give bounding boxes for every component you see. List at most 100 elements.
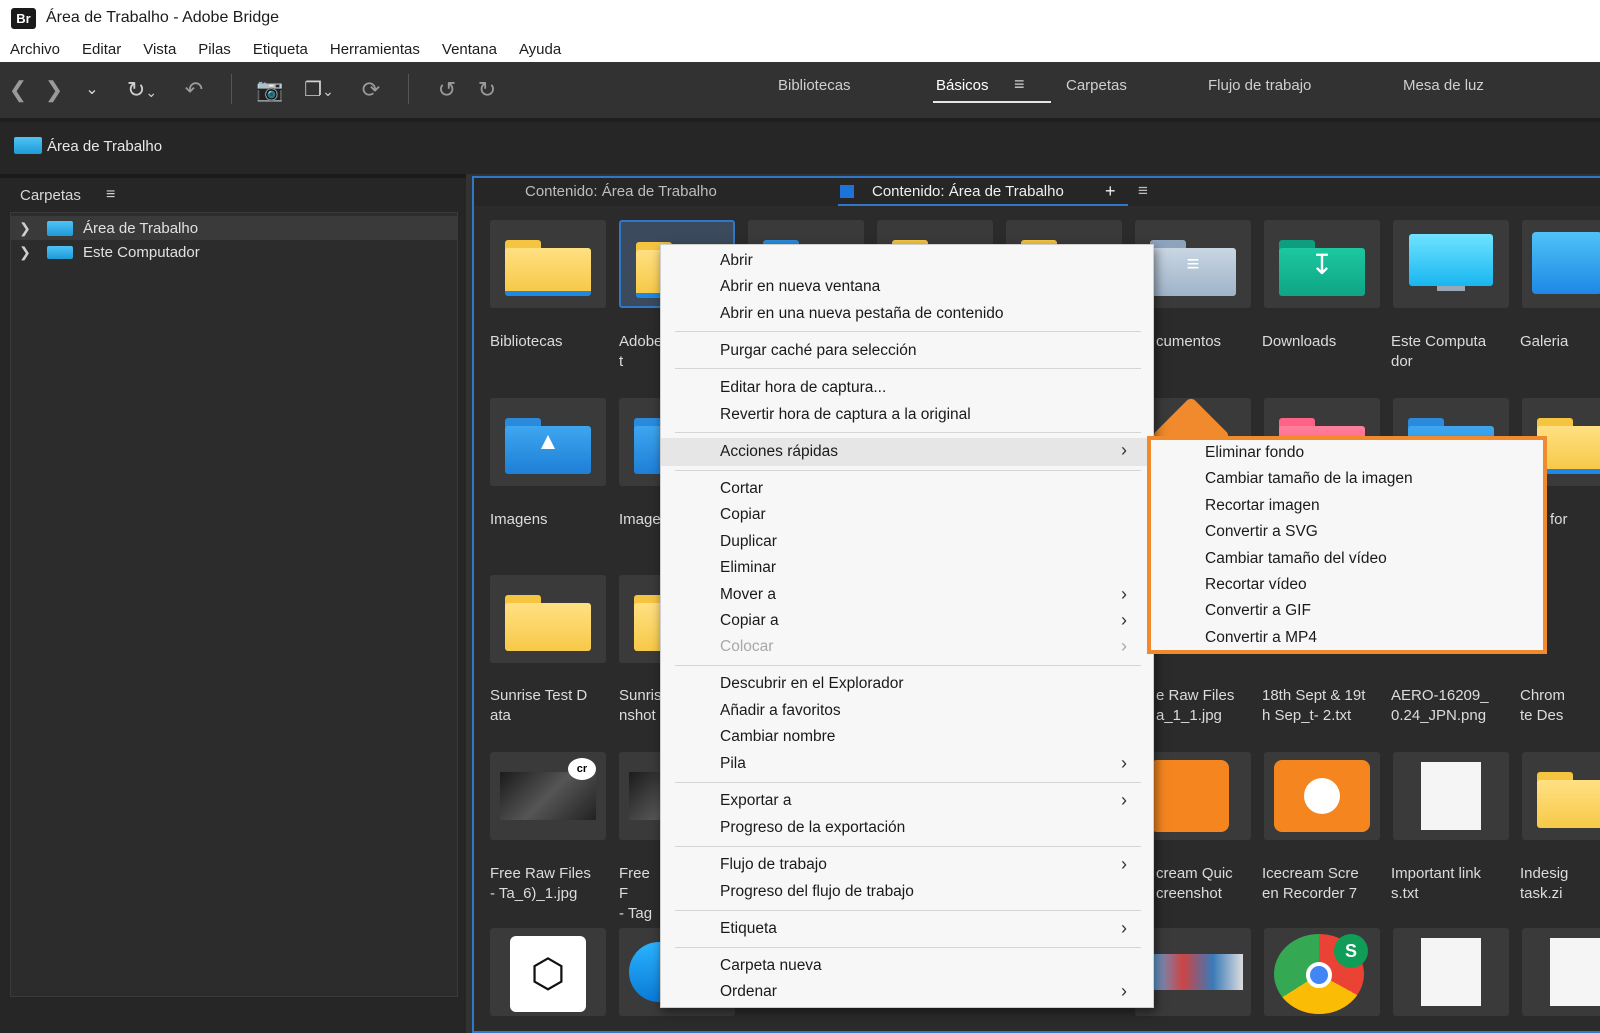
menu-item-mover-a[interactable]: Mover a › <box>661 582 1155 608</box>
submenu-item-convertir-mp4[interactable]: Convertir a MP4 <box>1205 629 1317 647</box>
chevron-right-icon: › <box>1121 854 1127 874</box>
folder-tree: ❯ Área de Trabalho ❯ Este Computador <box>10 212 458 997</box>
menu-item-revertir-hora[interactable]: Revertir hora de captura a la original <box>661 402 1155 428</box>
camera-download-icon[interactable]: 📷 <box>254 76 286 104</box>
thumbnail-chrome[interactable]: S <box>1264 928 1380 1016</box>
thumbnail-3d-file[interactable]: ⬡ <box>490 928 606 1016</box>
workspace-tab-flujo[interactable]: Flujo de trabajo <box>1208 77 1311 94</box>
menu-separator <box>675 432 1141 433</box>
workspace-menu-icon[interactable]: ≡ <box>1014 74 1025 95</box>
menu-pilas[interactable]: Pilas <box>198 41 231 58</box>
thumbnail-indesign-task[interactable] <box>1522 752 1600 840</box>
panel-menu-icon[interactable]: ≡ <box>106 186 115 204</box>
menu-item-copiar-a[interactable]: Copiar a › <box>661 608 1155 634</box>
thumbnail-downloads[interactable]: ↧ <box>1264 220 1380 308</box>
menu-item-copiar[interactable]: Copiar <box>661 502 1155 528</box>
menu-item-purgar-cache[interactable]: Purgar caché para selección <box>661 338 1155 364</box>
menu-item-acciones-rapidas[interactable]: Acciones rápidas › <box>661 438 1155 466</box>
menu-herramientas[interactable]: Herramientas <box>330 41 420 58</box>
thumbnail-imagens[interactable]: ▲ <box>490 398 606 486</box>
back-icon[interactable]: ❮ <box>6 76 30 104</box>
add-tab-icon[interactable]: + <box>1105 181 1116 202</box>
chevron-right-icon[interactable]: ❯ <box>11 220 39 237</box>
menu-item-descubrir-explorador[interactable]: Descubrir en el Explorador <box>661 671 1155 697</box>
menu-ayuda[interactable]: Ayuda <box>519 41 561 58</box>
title-bar: Br Área de Trabalho - Adobe Bridge <box>0 0 1600 36</box>
menu-ventana[interactable]: Ventana <box>442 41 497 58</box>
menu-item-progreso-exportacion[interactable]: Progreso de la exportación <box>661 815 1155 841</box>
breadcrumb[interactable]: Área de Trabalho <box>47 138 162 155</box>
context-menu: Abrir Abrir en nueva ventana Abrir en un… <box>660 244 1155 1008</box>
workspace-tab-basicos[interactable]: Básicos <box>936 77 989 94</box>
menu-item-abrir-nueva-pestana[interactable]: Abrir en una nueva pestaña de contenido <box>661 301 1155 327</box>
tree-item-este-computador[interactable]: ❯ Este Computador <box>11 240 457 264</box>
menu-item-pila[interactable]: Pila › <box>661 751 1155 777</box>
submenu-item-eliminar-fondo[interactable]: Eliminar fondo <box>1205 444 1304 462</box>
rotate-left-icon[interactable]: ↺ <box>432 76 462 104</box>
thumbnail-este-computador[interactable] <box>1393 220 1509 308</box>
active-tab-underline <box>838 204 1128 206</box>
thumbnail-label: AERO-16209_ 0.24_JPN.png <box>1391 687 1489 724</box>
copy-stack-icon[interactable]: ❐⌄ <box>294 76 344 104</box>
submenu-item-cambiar-tamano-video[interactable]: Cambiar tamaño del vídeo <box>1205 550 1387 568</box>
refine-icon[interactable]: ⟳ <box>355 76 387 104</box>
thumbnail-file[interactable] <box>1393 928 1509 1016</box>
chevron-down-icon[interactable]: ⌄ <box>80 76 104 104</box>
thumbnail-important-links[interactable] <box>1393 752 1509 840</box>
thumbnail-galeria[interactable] <box>1522 220 1600 308</box>
menu-item-abrir[interactable]: Abrir <box>661 248 1155 274</box>
menu-archivo[interactable]: Archivo <box>10 41 60 58</box>
thumbnail-label: Adobe t <box>619 333 661 370</box>
menu-item-anadir-favoritos[interactable]: Añadir a favoritos <box>661 698 1155 724</box>
chevron-right-icon[interactable]: ❯ <box>11 244 39 261</box>
panel-menu-icon[interactable]: ≡ <box>1138 181 1148 201</box>
menu-separator <box>675 470 1141 471</box>
menu-editar[interactable]: Editar <box>82 41 121 58</box>
menu-item-cambiar-nombre[interactable]: Cambiar nombre <box>661 724 1155 750</box>
thumbnail-sunrise-test-data[interactable] <box>490 575 606 663</box>
menu-item-editar-hora[interactable]: Editar hora de captura... <box>661 375 1155 401</box>
submenu-item-convertir-gif[interactable]: Convertir a GIF <box>1205 602 1311 620</box>
thumbnail-label: Chrom te Des <box>1520 687 1566 724</box>
content-tab-1[interactable]: Contenido: Área de Trabalho <box>525 183 717 200</box>
menu-item-cortar[interactable]: Cortar <box>661 476 1155 502</box>
submenu-item-cambiar-tamano-imagen[interactable]: Cambiar tamaño de la imagen <box>1205 470 1413 488</box>
menu-item-flujo-trabajo[interactable]: Flujo de trabajo › <box>661 852 1155 878</box>
content-tab-2[interactable]: Contenido: Área de Trabalho <box>872 183 1064 200</box>
submenu-item-recortar-video[interactable]: Recortar vídeo <box>1205 576 1307 594</box>
submenu-item-convertir-svg[interactable]: Convertir a SVG <box>1205 523 1318 541</box>
toolbar-divider <box>231 74 232 104</box>
computer-icon <box>47 245 73 259</box>
thumbnail-label: Sunris nshot <box>619 687 661 724</box>
menu-separator <box>675 331 1141 332</box>
menu-item-ordenar[interactable]: Ordenar › <box>661 979 1155 1005</box>
boomerang-icon[interactable]: ↶ <box>180 76 208 104</box>
thumbnail-label: 18th Sept & 19t h Sep_t- 2.txt <box>1262 687 1366 724</box>
history-icon[interactable]: ↻⌄ <box>118 76 166 104</box>
menu-etiqueta[interactable]: Etiqueta <box>253 41 308 58</box>
menu-item-eliminar[interactable]: Eliminar <box>661 555 1155 581</box>
menu-item-abrir-nueva-ventana[interactable]: Abrir en nueva ventana <box>661 274 1155 300</box>
folder-icon <box>14 137 42 154</box>
thumbnail-bibliotecas[interactable] <box>490 220 606 308</box>
menu-item-progreso-flujo[interactable]: Progreso del flujo de trabajo <box>661 879 1155 905</box>
menu-item-etiqueta[interactable]: Etiqueta › <box>661 916 1155 942</box>
thumbnail-icecream-screen-recorder[interactable] <box>1264 752 1380 840</box>
thumbnail-file[interactable] <box>1522 928 1600 1016</box>
menu-item-carpeta-nueva[interactable]: Carpeta nueva <box>661 953 1155 979</box>
workspace-tab-carpetas[interactable]: Carpetas <box>1066 77 1127 94</box>
menu-vista[interactable]: Vista <box>143 41 176 58</box>
tab-color-marker <box>840 185 854 198</box>
tree-item-area-de-trabalho[interactable]: ❯ Área de Trabalho <box>11 216 457 240</box>
forward-icon[interactable]: ❯ <box>42 76 66 104</box>
workspace-tab-mesa[interactable]: Mesa de luz <box>1403 77 1484 94</box>
rotate-right-icon[interactable]: ↻ <box>472 76 502 104</box>
submenu-item-recortar-imagen[interactable]: Recortar imagen <box>1205 497 1320 515</box>
menu-item-exportar-a[interactable]: Exportar a › <box>661 788 1155 814</box>
thumbnail-label: cream Quic creenshot <box>1156 865 1233 902</box>
thumbnail-free-raw-files[interactable]: cr <box>490 752 606 840</box>
folders-panel-title[interactable]: Carpetas <box>20 187 81 204</box>
bridge-app-icon: Br <box>11 7 36 29</box>
workspace-tab-bibliotecas[interactable]: Bibliotecas <box>778 77 851 94</box>
menu-item-duplicar[interactable]: Duplicar <box>661 529 1155 555</box>
